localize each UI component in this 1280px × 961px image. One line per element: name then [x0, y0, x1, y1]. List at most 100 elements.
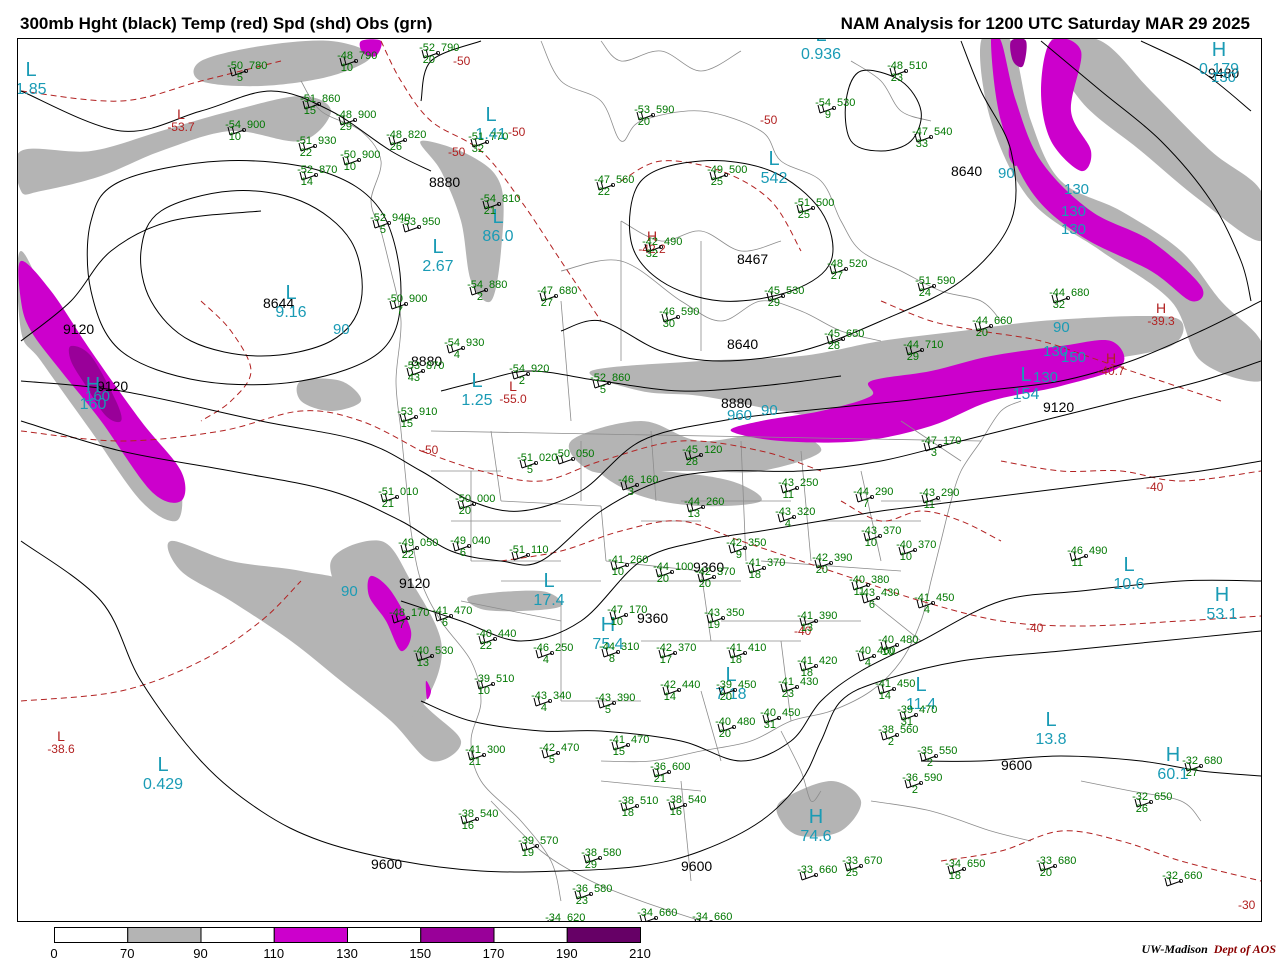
station-plot[interactable]: -36 600 21 — [650, 761, 690, 785]
station-plot[interactable]: -47 540 33 — [912, 126, 952, 150]
obs-height: 860 — [612, 372, 630, 384]
station-plot[interactable]: -43 390 5 — [595, 692, 635, 716]
station-plot[interactable]: -48 520 27 — [827, 258, 867, 282]
station-plot[interactable]: -41 470 15 — [609, 734, 649, 758]
station-plot[interactable]: -44 680 32 — [1049, 287, 1089, 311]
station-plot[interactable]: -49 500 25 — [707, 164, 747, 188]
station-plot[interactable]: -46 490 11 — [1067, 545, 1107, 569]
station-plot[interactable]: -42 370 17 — [656, 642, 696, 666]
station-plot[interactable]: -42 490 32 — [642, 236, 682, 260]
station-plot[interactable]: -44 290 7 — [853, 486, 893, 510]
obs-temperature: -44 — [853, 486, 869, 498]
station-plot[interactable]: -50 000 20 — [455, 493, 495, 517]
station-plot[interactable]: -35 550 2 — [917, 745, 957, 769]
obs-height: 160 — [640, 474, 658, 486]
station-plot[interactable]: -49 050 22 — [398, 537, 438, 561]
scale-tick-label: 0 — [50, 946, 58, 961]
station-plot[interactable]: -51 500 25 — [794, 197, 834, 221]
station-plot[interactable]: -39 510 10 — [474, 673, 514, 697]
station-plot[interactable]: -41 370 18 — [745, 557, 785, 581]
station-plot[interactable]: -42 440 14 — [660, 679, 700, 703]
station-plot[interactable]: -33 680 20 — [1036, 855, 1076, 879]
station-plot[interactable]: -42 470 5 — [539, 742, 579, 766]
station-plot[interactable]: -41 430 23 — [778, 676, 818, 700]
station-plot[interactable]: -41 390 13 — [797, 610, 837, 634]
scale-tick-label: 150 — [409, 946, 432, 961]
station-plot[interactable]: -36 590 2 — [902, 772, 942, 796]
station-plot[interactable]: -38 510 18 — [618, 795, 658, 819]
speed-contour-label: 90 — [333, 321, 350, 338]
station-plot[interactable]: -39 570 19 — [518, 835, 558, 859]
station-plot[interactable]: -33 660 — [797, 864, 837, 881]
obs-dewpoint-depression: 25 — [711, 176, 723, 188]
coastline — [870, 800, 1032, 842]
station-plot[interactable]: -41 450 4 — [914, 592, 954, 616]
station-plot[interactable]: -43 250 11 — [778, 477, 818, 501]
station-plot[interactable]: -53 910 15 — [397, 406, 437, 430]
station-plot[interactable]: -33 670 25 — [842, 855, 882, 879]
station-plot[interactable]: -34 660 — [637, 907, 677, 922]
station-plot[interactable]: -52 870 14 — [297, 164, 337, 188]
obs-height: 860 — [322, 93, 340, 105]
station-plot[interactable]: -38 540 16 — [666, 794, 706, 818]
station-plot[interactable]: -51 590 24 — [915, 275, 955, 299]
station-plot[interactable]: -40 480 20 — [715, 716, 755, 740]
station-plot[interactable]: -51 930 22 — [296, 135, 336, 159]
station-plot[interactable]: -34 660 — [692, 911, 732, 922]
station-plot[interactable]: -53 590 20 — [634, 104, 674, 128]
station-plot[interactable]: -43 290 11 — [919, 487, 959, 511]
station-plot[interactable]: -34 650 18 — [945, 858, 985, 882]
station-plot[interactable]: -48 510 23 — [887, 60, 927, 84]
station-plot[interactable]: -51 110 — [509, 544, 549, 561]
station-plot[interactable]: -47 560 22 — [594, 174, 634, 198]
obs-temperature: -45 — [682, 444, 698, 456]
station-plot[interactable]: -46 250 4 — [533, 642, 573, 666]
station-plot[interactable]: -46 590 30 — [659, 306, 699, 330]
obs-dewpoint-depression: 10 — [900, 551, 912, 563]
station-plot[interactable]: -44 100 20 — [653, 561, 693, 585]
low-center: L17.4 — [533, 570, 564, 609]
station-plot[interactable]: -32 660 — [1162, 870, 1202, 887]
station-plot[interactable]: -54 930 4 — [444, 337, 484, 361]
station-plot[interactable]: -50 900 7 — [387, 293, 427, 317]
station-plot[interactable]: -45 530 29 — [764, 285, 804, 309]
station-plot[interactable]: -3462014 — [545, 912, 585, 922]
station-plot[interactable]: -43 350 19 — [704, 607, 744, 631]
station-plot[interactable]: -48 820 26 — [386, 129, 426, 153]
svg-text:74.6: 74.6 — [800, 828, 831, 845]
obs-dewpoint-depression: 22 — [480, 640, 492, 652]
station-plot[interactable]: -43 320 4 — [775, 506, 815, 530]
station-plot[interactable]: -40 480 10 — [878, 634, 918, 658]
station-plot[interactable]: -38 560 2 — [878, 724, 918, 748]
station-plot[interactable]: -36 580 23 — [572, 883, 612, 907]
station-plot[interactable]: -32 680 27 — [1182, 755, 1222, 779]
station-plot[interactable]: -42 390 20 — [812, 552, 852, 576]
station-plot[interactable]: -38 580 29 — [581, 847, 621, 871]
station-plot[interactable]: -54 530 9 — [815, 97, 855, 121]
station-plot[interactable]: -40 450 31 — [760, 707, 800, 731]
station-plot[interactable]: -51 010 21 — [378, 486, 418, 510]
height-contour — [20, 540, 1261, 873]
station-plot[interactable]: -41 410 18 — [726, 642, 766, 666]
station-plot[interactable]: -50 900 10 — [340, 149, 380, 173]
obs-dewpoint-depression: 19 — [522, 847, 534, 859]
station-plot[interactable]: -40 370 10 — [896, 539, 936, 563]
station-plot[interactable]: -47 680 27 — [537, 285, 577, 309]
obs-height: 350 — [748, 537, 766, 549]
obs-height: 170 — [943, 435, 961, 447]
station-plot[interactable]: -48 900 29 — [336, 109, 376, 133]
station-plot[interactable]: -41 260 10 — [608, 554, 648, 578]
obs-height: 290 — [875, 486, 893, 498]
obs-height: 390 — [617, 692, 635, 704]
station-plot[interactable]: -43 340 4 — [531, 690, 571, 714]
station-plot[interactable]: -51 0205 — [517, 452, 557, 476]
low-center: L542 — [761, 148, 788, 187]
station-plot[interactable]: -53 950 — [400, 216, 440, 233]
station-plot[interactable]: -41 300 21 — [465, 744, 505, 768]
station-plot[interactable]: -38 540 16 — [458, 808, 498, 832]
obs-temperature: -54 — [444, 337, 460, 349]
map-canvas[interactable]: 888086449120888091208467864086408880 9120… — [18, 39, 1262, 922]
station-plot[interactable]: -49 040 6 — [450, 535, 490, 559]
station-plot[interactable]: -47 170 3 — [921, 435, 961, 459]
svg-text:H: H — [1215, 584, 1229, 606]
